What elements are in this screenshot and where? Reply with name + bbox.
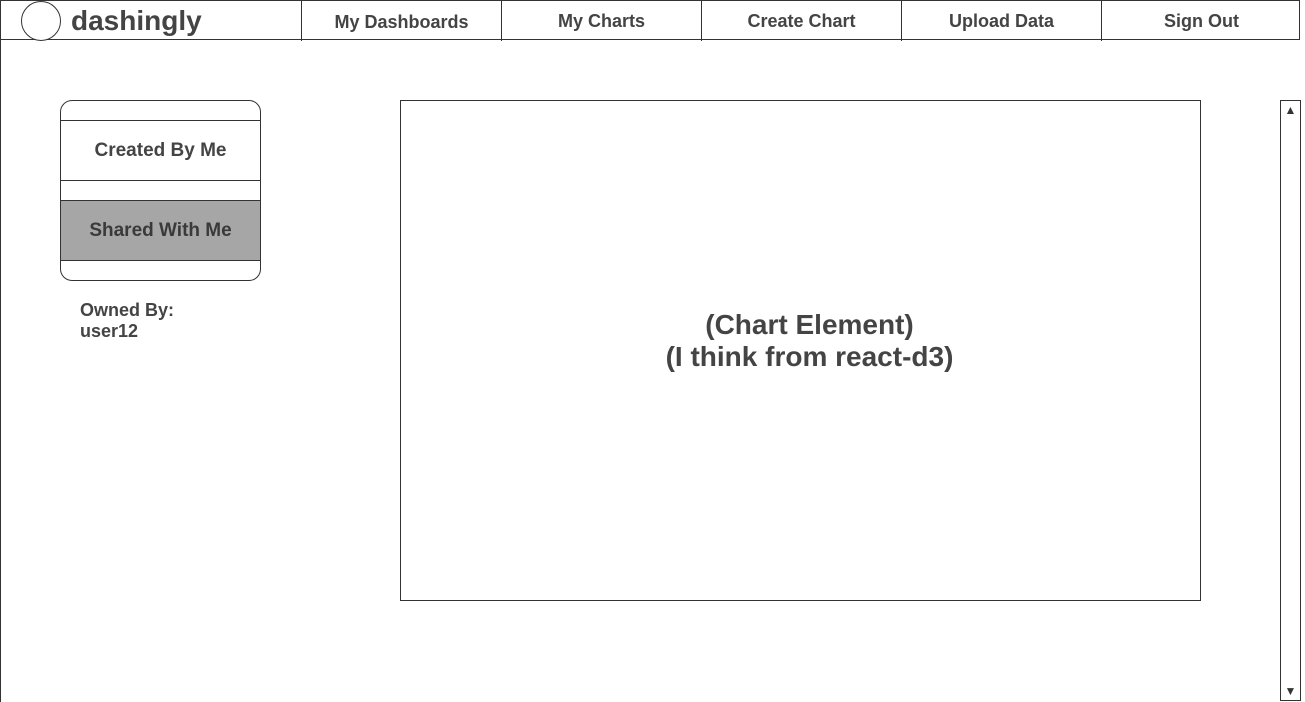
top-navbar: dashingly My Dashboards My Charts Create… (0, 0, 1301, 41)
chart-element[interactable]: (Chart Element) (I think from react-d3) (400, 100, 1201, 601)
owner-name: user12 (80, 321, 139, 341)
chart-placeholder-text: (Chart Element) (I think from react-d3) (666, 309, 954, 373)
nav-my-charts[interactable]: My Charts (501, 1, 701, 41)
nav-upload-data[interactable]: Upload Data (901, 1, 1101, 41)
nav-sign-out[interactable]: Sign Out (1101, 1, 1301, 41)
scroll-down-arrow-icon[interactable]: ▼ (1281, 684, 1300, 698)
scroll-up-arrow-icon[interactable]: ▲ (1281, 103, 1300, 117)
chart-placeholder-line-2: (I think from react-d3) (665, 340, 954, 372)
chart-filter-panel: Created By Me Shared With Me (60, 100, 261, 281)
nav-my-dashboards[interactable]: My Dashboards (301, 1, 501, 41)
nav-create-chart[interactable]: Create Chart (701, 1, 901, 41)
created-by-me-button[interactable]: Created By Me (61, 120, 260, 181)
owner-label: Owned By: (80, 300, 175, 320)
shared-with-me-button[interactable]: Shared With Me (61, 200, 260, 261)
logo-icon[interactable] (21, 1, 61, 41)
chart-placeholder-line-1: (Chart Element) (705, 308, 914, 340)
owner-info: Owned By: user12 (80, 300, 174, 342)
brand-name[interactable]: dashingly (71, 5, 202, 37)
page-left-border (0, 0, 1, 702)
vertical-scrollbar[interactable]: ▲ ▼ (1280, 100, 1301, 701)
